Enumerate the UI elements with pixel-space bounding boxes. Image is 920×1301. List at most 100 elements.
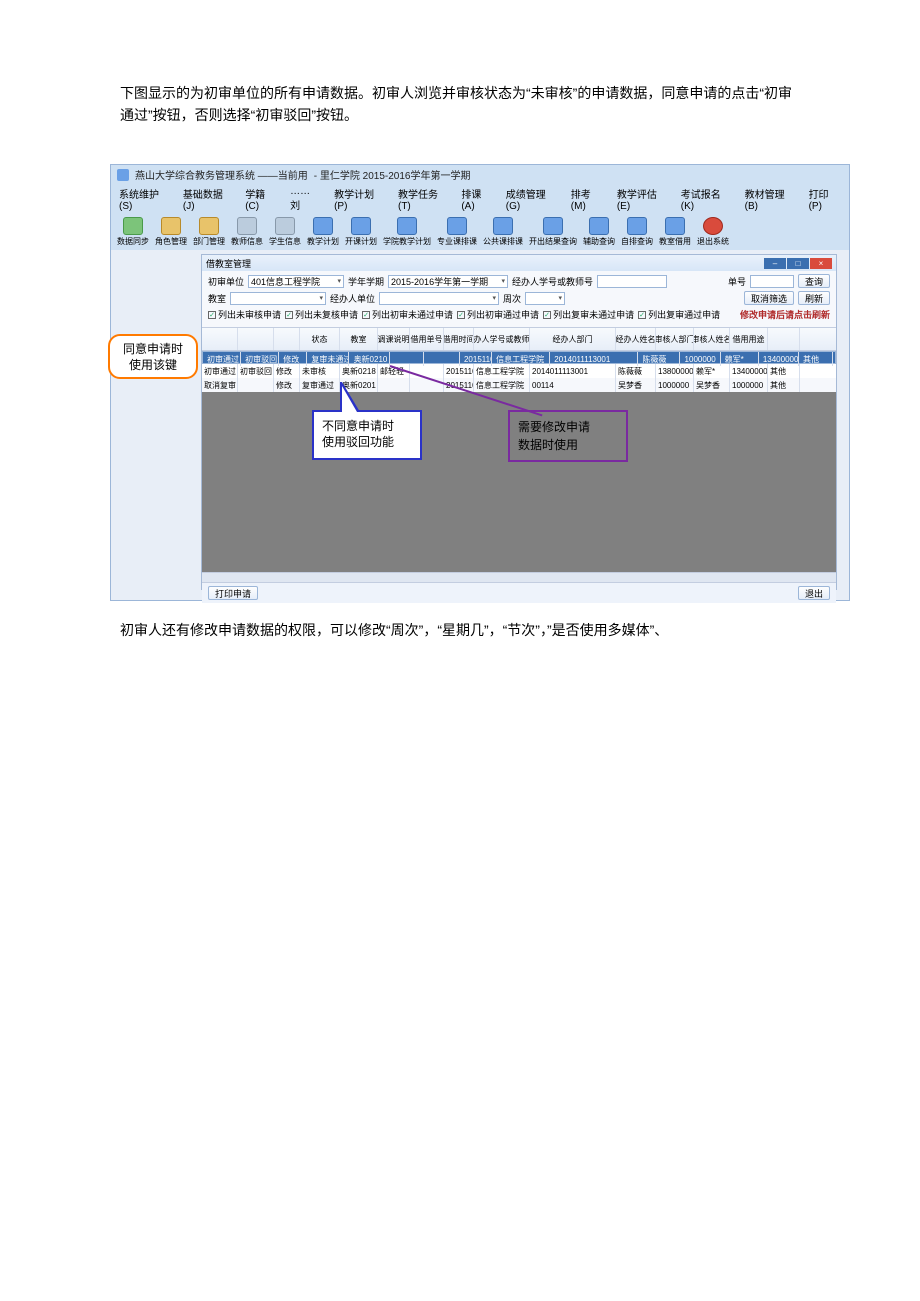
- menu-item[interactable]: 排课(A): [461, 186, 493, 212]
- cancel-filter-button[interactable]: 取消筛选: [744, 291, 794, 305]
- table-cell: 00114: [530, 378, 616, 392]
- doc-icon: [589, 217, 609, 235]
- tool-major-sched[interactable]: 专业课排课: [437, 217, 477, 247]
- tool-self-query[interactable]: 自排查询: [621, 217, 653, 247]
- menu-item[interactable]: 考试报名(K): [681, 186, 733, 212]
- query-button[interactable]: 查询: [798, 274, 830, 288]
- tool-exit[interactable]: 退出系统: [697, 217, 729, 247]
- tool-college-plan[interactable]: 学院教学计划: [383, 217, 431, 247]
- exit-button[interactable]: 退出: [798, 586, 830, 600]
- doc-icon: [447, 217, 467, 235]
- grid-scrollbar[interactable]: [202, 572, 836, 582]
- table-cell: [378, 378, 410, 392]
- table-cell: 20151109001: [444, 364, 474, 378]
- doc-icon: [543, 217, 563, 235]
- chevron-down-icon: ▾: [559, 294, 563, 302]
- table-row[interactable]: 初审通过初审驳回修改未审核奥新0218邮轻轻20151109001信息工程学院2…: [202, 364, 836, 378]
- menu-item[interactable]: 教学任务(T): [398, 186, 449, 212]
- doc-icon: [313, 217, 333, 235]
- check-unreviewed[interactable]: ✓列出未审核申请: [208, 308, 281, 321]
- tool-label: 退出系统: [697, 236, 729, 247]
- print-apply-button[interactable]: 打印申请: [208, 586, 258, 600]
- check-re-fail[interactable]: ✓列出复审未通过申请: [543, 308, 634, 321]
- callout-line: 数据时使用: [518, 436, 618, 454]
- toolbar: 数据同步 角色管理 部门管理 教师信息 学生信息 教学计划 开课计划 学院教学计…: [111, 214, 849, 250]
- table-cell: [238, 378, 274, 392]
- menu-item[interactable]: …… 刘: [290, 186, 322, 212]
- menu-item[interactable]: 系统维护(S): [119, 186, 171, 212]
- menu-item[interactable]: 基础数据(J): [183, 186, 233, 212]
- col-h: 教室: [340, 328, 378, 350]
- menu-item[interactable]: 打印(P): [809, 186, 841, 212]
- tool-aux-query[interactable]: 辅助查询: [583, 217, 615, 247]
- col-h: [768, 328, 800, 350]
- check-label: 列出初审未通过申请: [372, 308, 453, 321]
- tool-label: 开出结果查询: [529, 236, 577, 247]
- chevron-down-icon: ▾: [502, 277, 506, 285]
- dh-label: 单号: [728, 275, 746, 288]
- table-row[interactable]: 初审通过初审驳回修改复审未通过奥新021020151109001信息工程学院20…: [202, 351, 836, 364]
- col-h: 状态: [300, 328, 340, 350]
- col-h: 借用用途: [730, 328, 768, 350]
- title-right: - 里仁学院 2015-2016学年第一学期: [314, 167, 471, 182]
- table-cell: 初审通过: [202, 364, 238, 378]
- week-select[interactable]: ▾: [525, 292, 565, 305]
- menu-item[interactable]: 学籍(C): [245, 186, 278, 212]
- table-cell: 修改: [274, 378, 300, 392]
- tool-student[interactable]: 学生信息: [269, 217, 301, 247]
- menubar[interactable]: 系统维护(S) 基础数据(J) 学籍(C) …… 刘 教学计划(P) 教学任务(…: [111, 184, 849, 214]
- tool-label: 教室借用: [659, 236, 691, 247]
- grid-header: 状态 教室 调课说明 借用单号 借用时间 经办人学号或教师号 经办人部门 经办人…: [202, 328, 836, 351]
- check-unrechecked[interactable]: ✓列出未复核申请: [285, 308, 358, 321]
- maximize-button[interactable]: □: [787, 258, 809, 269]
- check-label: 列出未审核申请: [218, 308, 281, 321]
- jjr-input[interactable]: [597, 275, 667, 288]
- doc-icon: [397, 217, 417, 235]
- refresh-button[interactable]: 刷新: [798, 291, 830, 305]
- tool-label: 教师信息: [231, 236, 263, 247]
- check-first-fail[interactable]: ✓列出初审未通过申请: [362, 308, 453, 321]
- menu-item[interactable]: 排考(M): [571, 186, 605, 212]
- doc-icon: [627, 217, 647, 235]
- table-row[interactable]: 取消复审修改复审通过奥新020120151109001信息工程学院00114吴梦…: [202, 378, 836, 392]
- unit-select[interactable]: 401信息工程学院▾: [248, 275, 344, 288]
- intro-paragraph-1: 下图显示的为初审单位的所有申请数据。初审人浏览并审核状态为“未审核”的申请数据，…: [120, 82, 800, 126]
- sync-icon: [123, 217, 143, 235]
- table-cell: 取消复审: [202, 378, 238, 392]
- tool-role[interactable]: 角色管理: [155, 217, 187, 247]
- table-cell: 未审核: [300, 364, 340, 378]
- chevron-down-icon: ▾: [320, 294, 324, 302]
- menu-item[interactable]: 教学评估(E): [617, 186, 669, 212]
- callout-line: 不同意申请时: [322, 418, 412, 434]
- tool-room-borrow[interactable]: 教室借用: [659, 217, 691, 247]
- grid-rows: 初审通过初审驳回修改复审未通过奥新021020151109001信息工程学院20…: [202, 351, 836, 392]
- callout-line: 同意申请时: [123, 341, 183, 357]
- tool-sync[interactable]: 数据同步: [117, 217, 149, 247]
- minimize-button[interactable]: –: [764, 258, 786, 269]
- menu-item[interactable]: 成绩管理(G): [506, 186, 559, 212]
- table-cell: 陈薇薇: [616, 364, 656, 378]
- check-re-pass[interactable]: ✓列出复审通过申请: [638, 308, 720, 321]
- close-button[interactable]: ×: [810, 258, 832, 269]
- jbr-label: 经办人单位: [330, 292, 375, 305]
- menu-item[interactable]: 教学计划(P): [334, 186, 386, 212]
- table-cell: 其他: [801, 352, 833, 366]
- tool-result-query[interactable]: 开出结果查询: [529, 217, 577, 247]
- tool-pub-sched[interactable]: 公共课排课: [483, 217, 523, 247]
- term-select[interactable]: 2015-2016学年第一学期 ▾: [388, 275, 508, 288]
- room-select[interactable]: ▾: [230, 292, 326, 305]
- jbr-select[interactable]: ▾: [379, 292, 499, 305]
- window-buttons: – □ ×: [764, 258, 832, 269]
- tool-open-plan[interactable]: 开课计划: [345, 217, 377, 247]
- menu-item[interactable]: 教材管理(B): [745, 186, 797, 212]
- tool-plan[interactable]: 教学计划: [307, 217, 339, 247]
- callout-line: 使用该键: [129, 357, 177, 373]
- tool-dept[interactable]: 部门管理: [193, 217, 225, 247]
- term-value: 2015-2016学年第一学期: [391, 275, 488, 288]
- check-first-pass[interactable]: ✓列出初审通过申请: [457, 308, 539, 321]
- table-cell: 2014011113001: [530, 364, 616, 378]
- dh-input[interactable]: [750, 275, 794, 288]
- col-h: 审核人姓名: [694, 328, 730, 350]
- tool-teacher[interactable]: 教师信息: [231, 217, 263, 247]
- callout-modify: 需要修改申请 数据时使用: [508, 410, 628, 462]
